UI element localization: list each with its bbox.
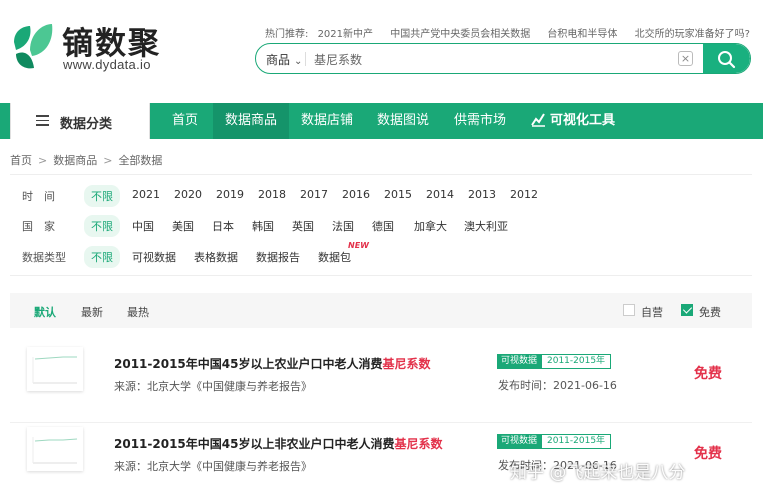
filter-option[interactable]: 2020 [174, 188, 202, 201]
filter-option[interactable]: 2017 [300, 188, 328, 201]
result-source: 来源：北京大学《中国健康与养老报告》 [114, 380, 312, 393]
data-type-badge: 可视数据 [497, 354, 542, 369]
filter-option[interactable]: 不限 [84, 215, 120, 237]
hot-item[interactable]: 北交所的玩家准备好了吗? [635, 29, 750, 40]
filter-option[interactable]: 德国 [372, 218, 394, 234]
title-text: 2011-2015年中国45岁以上农业户口中老人消费 [114, 357, 383, 371]
breadcrumb: 首页 > 数据商品 > 全部数据 [10, 152, 162, 168]
tool-label: 可视化工具 [550, 113, 616, 128]
filter-option[interactable]: 2014 [426, 188, 454, 201]
chart-thumbnail[interactable] [27, 347, 83, 391]
breadcrumb-separator: > [103, 154, 113, 167]
filter-option[interactable]: 2018 [258, 188, 286, 201]
menu-icon [36, 115, 49, 126]
breadcrumb-item[interactable]: 首页 [10, 154, 32, 167]
data-category-button[interactable]: 数据分类 [10, 103, 150, 139]
result-source: 来源：北京大学《中国健康与养老报告》 [114, 460, 312, 473]
filter-option[interactable]: 法国 [332, 218, 354, 234]
chevron-down-icon: ⌄ [294, 56, 303, 67]
breadcrumb-item[interactable]: 数据商品 [53, 154, 97, 167]
nav-item-supply-market[interactable]: 供需市场 [454, 103, 506, 139]
year-range-badge: 2011-2015年 [541, 354, 612, 369]
filter-option[interactable]: 英国 [292, 218, 314, 234]
search-category-select[interactable]: 商品 ⌄ [266, 51, 302, 68]
title-highlight: 基尼系数 [382, 357, 431, 371]
filter-option[interactable]: 澳大利亚 [464, 218, 508, 234]
filter-option[interactable]: 可视数据 [132, 249, 176, 265]
search-button[interactable] [703, 44, 750, 73]
new-badge: NEW [348, 241, 369, 250]
data-category-label: 数据分类 [60, 117, 113, 132]
filter-option[interactable]: 数据报告 [256, 249, 300, 265]
sort-default[interactable]: 默认 [34, 304, 56, 320]
free-checkbox[interactable] [681, 304, 693, 316]
filter-option[interactable]: 2013 [468, 188, 496, 201]
price-label: 免费 [694, 366, 722, 382]
divider [10, 275, 752, 276]
filter-label: 数据类型 [22, 251, 66, 264]
result-title[interactable]: 2011-2015年中国45岁以上农业户口中老人消费基尼系数 [114, 355, 431, 372]
filter-option[interactable]: 表格数据 [194, 249, 238, 265]
result-title[interactable]: 2011-2015年中国45岁以上非农业户口中老人消费基尼系数 [114, 435, 443, 452]
year-range-badge: 2011-2015年 [541, 434, 612, 449]
filter-option[interactable]: 数据包 [318, 249, 351, 265]
nav-item-data-stories[interactable]: 数据图说 [377, 103, 429, 139]
filter-time: 时 间 不限 2021 2020 2019 2018 2017 2016 201… [22, 185, 562, 207]
hot-recommendations: 热门推荐: 2021新中产 中国共产党中央委员会相关数据 台积电和半导体 北交所… [265, 25, 763, 40]
self-operated-checkbox[interactable] [623, 304, 635, 316]
sort-bar: 默认 最新 最热 自营 免费 [10, 293, 752, 328]
filter-option[interactable]: 日本 [212, 218, 234, 234]
free-label[interactable]: 免费 [699, 304, 721, 320]
filter-label: 国 家 [22, 220, 55, 233]
header: 镝数聚 www.dydata.io 热门推荐: 2021新中产 中国共产党中央委… [0, 0, 763, 100]
hot-item[interactable]: 台积电和半导体 [547, 29, 617, 40]
nav-item-home[interactable]: 首页 [172, 103, 198, 139]
filter-option[interactable]: 不限 [84, 185, 120, 207]
filter-option[interactable]: 加拿大 [414, 218, 447, 234]
search-category-label: 商品 [266, 53, 291, 67]
title-highlight: 基尼系数 [394, 437, 443, 451]
nav-item-data-goods[interactable]: 数据商品 [213, 103, 290, 139]
data-type-badge: 可视数据 [497, 434, 542, 449]
breadcrumb-item: 全部数据 [118, 154, 163, 167]
publish-date: 发布时间：2021-06-16 [498, 379, 617, 392]
hot-label: 热门推荐: [265, 29, 309, 40]
filter-option[interactable]: 中国 [132, 218, 154, 234]
sort-hottest[interactable]: 最热 [127, 304, 149, 320]
search-icon [718, 51, 736, 69]
search-input[interactable] [314, 48, 674, 70]
chart-thumbnail[interactable] [27, 427, 83, 471]
list-item[interactable]: 2011-2015年中国45岁以上农业户口中老人消费基尼系数 来源：北京大学《中… [10, 343, 752, 423]
filter-option[interactable]: 美国 [172, 218, 194, 234]
close-icon[interactable]: × [678, 51, 693, 66]
filter-option[interactable]: 2015 [384, 188, 412, 201]
search-divider [305, 52, 306, 66]
filter-option[interactable]: 不限 [84, 246, 120, 268]
filter-option[interactable]: 2016 [342, 188, 370, 201]
filter-data-type: 数据类型 不限 可视数据 表格数据 数据报告 数据包 NEW [22, 241, 402, 268]
filter-option[interactable]: 2012 [510, 188, 538, 201]
sort-latest[interactable]: 最新 [81, 304, 103, 320]
hot-item[interactable]: 2021新中产 [318, 29, 373, 40]
search-bar: 商品⌄ × [255, 43, 751, 74]
watermark: 知乎 @飞起来也是八分 [510, 463, 686, 483]
filter-option[interactable]: 2021 [132, 188, 160, 201]
brand-url: www.dydata.io [63, 57, 151, 72]
chart-icon [531, 113, 545, 127]
filter-label: 时 间 [22, 190, 55, 203]
title-text: 2011-2015年中国45岁以上非农业户口中老人消费 [114, 437, 395, 451]
price-label: 免费 [694, 446, 722, 462]
breadcrumb-separator: > [38, 154, 48, 167]
main-nav: 数据分类 首页 数据商品 数据店铺 数据图说 供需市场 可视化工具 [0, 103, 763, 139]
filter-option[interactable]: 2019 [216, 188, 244, 201]
nav-item-visualization-tool[interactable]: 可视化工具 [531, 103, 615, 139]
filter-country: 国 家 不限 中国 美国 日本 韩国 英国 法国 德国 加拿大 澳大利亚 [22, 215, 542, 237]
nav-item-data-stores[interactable]: 数据店铺 [301, 103, 353, 139]
divider [10, 174, 752, 175]
self-operated-label[interactable]: 自营 [641, 304, 663, 320]
filter-option[interactable]: 韩国 [252, 218, 274, 234]
logo-leaf-icon[interactable] [10, 20, 55, 72]
hot-item[interactable]: 中国共产党中央委员会相关数据 [390, 29, 530, 40]
